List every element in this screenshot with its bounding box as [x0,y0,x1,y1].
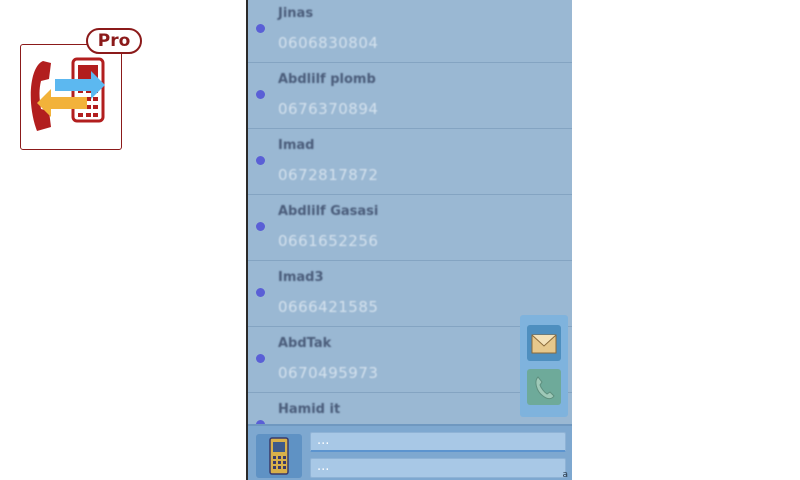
logo-frame [20,44,122,150]
bottom-bar: ... ... a [248,424,572,480]
contact-row[interactable]: Abdlilf Gasasi 0661652256 [248,194,572,261]
contact-bullet-icon [256,156,265,165]
phone-icon [535,376,555,400]
contact-number: 0676370894 [278,100,379,118]
quick-actions-panel [520,315,568,417]
contact-number: 0672817872 [278,166,379,184]
app-logo: Pro [20,28,142,154]
contact-row[interactable]: Imad 0672817872 [248,128,572,195]
contact-name: Imad3 [278,270,324,285]
call-transfer-icon [30,57,105,131]
recipient-field[interactable]: ... [310,432,566,452]
call-button[interactable] [527,369,561,405]
contact-number: 0670495973 [278,364,379,382]
contact-bullet-icon [256,288,265,297]
contact-number: 0666421585 [278,298,379,316]
contact-name: Hamid it [278,402,341,417]
mobile-phone-button[interactable] [256,434,302,478]
contact-name: Abdlilf plomb [278,72,376,87]
contact-bullet-icon [256,354,265,363]
contact-bullet-icon [256,90,265,99]
contact-number: 0661652256 [278,232,379,250]
message-field[interactable]: ... [310,458,566,478]
contact-row[interactable]: Jinas 0606830804 [248,0,572,63]
pro-badge: Pro [86,28,142,54]
contact-name: Imad [278,138,315,153]
input-mode-indicator: a [562,470,568,480]
contact-name: AbdTak [278,336,332,351]
contact-bullet-icon [256,24,265,33]
contact-bullet-icon [256,222,265,231]
contact-name: Jinas [278,6,314,21]
contact-row[interactable]: Abdlilf plomb 0676370894 [248,62,572,129]
mobile-phone-icon [269,437,289,475]
contact-name: Abdlilf Gasasi [278,204,379,219]
send-sms-button[interactable] [527,325,561,361]
envelope-icon [531,334,557,354]
phone-screen: Jinas 0606830804 Abdlilf plomb 067637089… [246,0,572,480]
contact-number: 0606830804 [278,34,379,52]
